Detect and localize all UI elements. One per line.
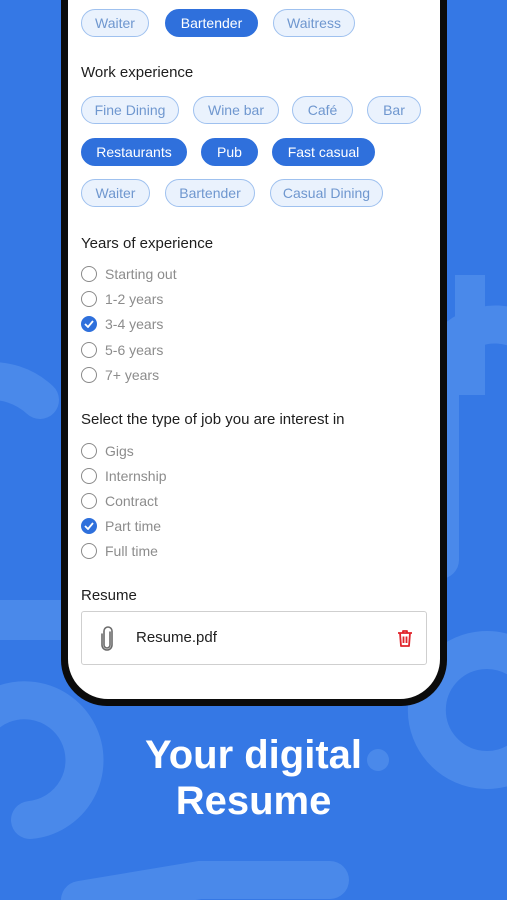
- chip-fast-casual[interactable]: Fast casual: [272, 138, 375, 166]
- chip-fine-dining[interactable]: Fine Dining: [81, 96, 179, 124]
- headline-line-1: Your digital: [144, 733, 363, 777]
- radio-button[interactable]: [81, 468, 97, 484]
- radio-contract[interactable]: Contract: [81, 491, 158, 511]
- radio-label: Part time: [105, 518, 162, 534]
- radio-5-6-years[interactable]: 5-6 years: [81, 340, 163, 360]
- radio-label: 7+ years: [105, 367, 160, 383]
- radio-button[interactable]: [81, 266, 97, 282]
- chip-bar[interactable]: Bar: [367, 96, 421, 124]
- headline-line-2: Resume: [175, 779, 332, 823]
- work-experience-title: Work experience: [81, 64, 194, 81]
- radio-button[interactable]: [81, 543, 97, 559]
- radio-button-checked[interactable]: [81, 518, 97, 534]
- radio-label: Full time: [105, 543, 158, 559]
- radio-label: 5-6 years: [105, 342, 164, 358]
- radio-full-time[interactable]: Full time: [81, 541, 158, 561]
- chip-waiter[interactable]: Waiter: [81, 9, 149, 37]
- radio-7-plus-years[interactable]: 7+ years: [81, 365, 159, 385]
- job-type-title: Select the type of job you are interest …: [81, 411, 345, 428]
- chip-cafe[interactable]: Café: [292, 96, 353, 124]
- paperclip-icon: [101, 626, 113, 651]
- radio-button[interactable]: [81, 291, 97, 307]
- radio-button[interactable]: [81, 493, 97, 509]
- radio-button-checked[interactable]: [81, 316, 97, 332]
- radio-label: 1-2 years: [105, 291, 164, 307]
- trash-icon[interactable]: [397, 629, 413, 647]
- radio-label: Starting out: [105, 266, 177, 282]
- radio-gigs[interactable]: Gigs: [81, 441, 134, 461]
- resume-title: Resume: [81, 587, 137, 604]
- radio-button[interactable]: [81, 367, 97, 383]
- chip-pub[interactable]: Pub: [201, 138, 258, 166]
- radio-label: 3-4 years: [105, 316, 164, 332]
- radio-1-2-years[interactable]: 1-2 years: [81, 289, 163, 309]
- radio-label: Contract: [105, 493, 158, 509]
- check-icon: [84, 522, 94, 530]
- chip-wine-bar[interactable]: Wine bar: [193, 96, 279, 124]
- years-experience-title: Years of experience: [81, 235, 214, 252]
- chip-waiter-2[interactable]: Waiter: [81, 179, 150, 207]
- resume-file-card[interactable]: Resume.pdf: [81, 611, 427, 665]
- phone-screen: Waiter Bartender Waitress Work experienc…: [68, 0, 440, 699]
- check-icon: [84, 320, 94, 328]
- chip-casual-dining[interactable]: Casual Dining: [270, 179, 383, 207]
- radio-button[interactable]: [81, 342, 97, 358]
- resume-file-name: Resume.pdf: [136, 629, 217, 646]
- headline: Your digital Resume: [0, 732, 507, 824]
- radio-internship[interactable]: Internship: [81, 466, 166, 486]
- chip-waitress[interactable]: Waitress: [273, 9, 355, 37]
- chip-bartender[interactable]: Bartender: [165, 9, 258, 37]
- chip-bartender-2[interactable]: Bartender: [165, 179, 255, 207]
- radio-starting-out[interactable]: Starting out: [81, 264, 177, 284]
- radio-part-time[interactable]: Part time: [81, 516, 161, 536]
- radio-label: Internship: [105, 468, 167, 484]
- radio-3-4-years[interactable]: 3-4 years: [81, 314, 163, 334]
- chip-restaurants[interactable]: Restaurants: [81, 138, 187, 166]
- radio-label: Gigs: [105, 443, 134, 459]
- radio-button[interactable]: [81, 443, 97, 459]
